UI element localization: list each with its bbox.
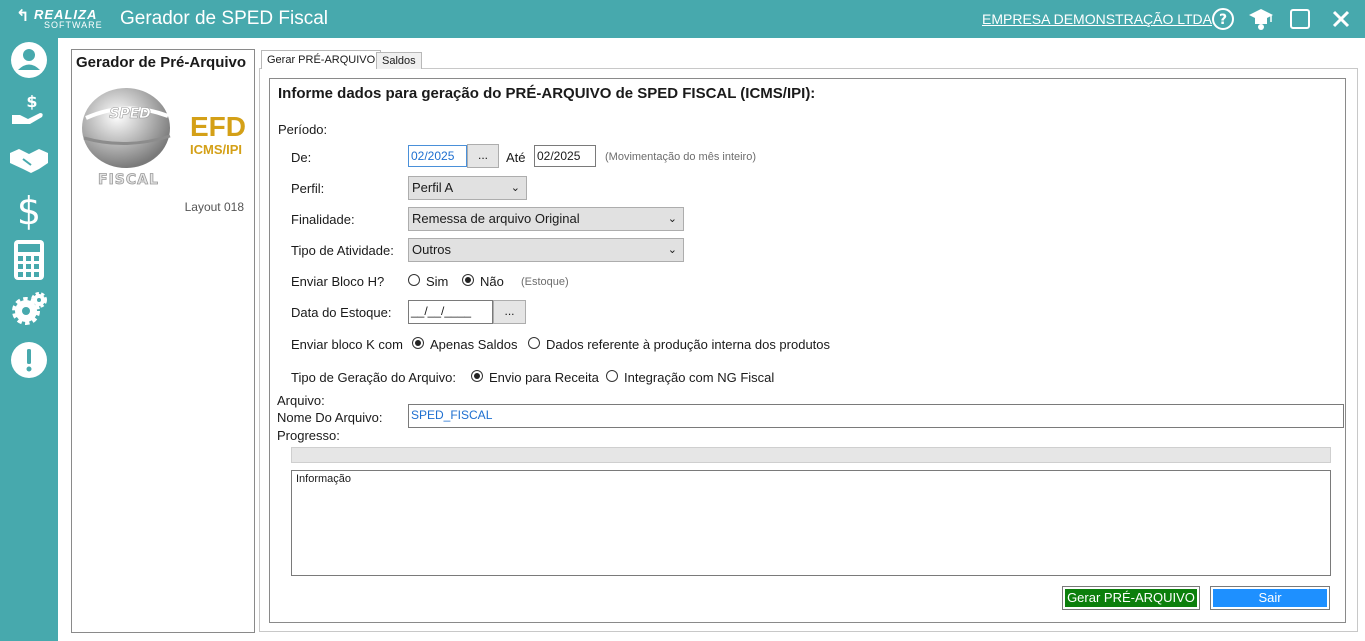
finalidade-select-value: Remessa de arquivo Original bbox=[412, 211, 580, 226]
geracao-ngfiscal-radio[interactable] bbox=[606, 370, 618, 382]
nome-arquivo-label: Nome Do Arquivo: bbox=[277, 410, 383, 425]
sidebar: $ $ bbox=[0, 38, 58, 641]
bloco-h-nao-label: Não bbox=[480, 274, 504, 289]
finalidade-select[interactable]: Remessa de arquivo Original ⌄ bbox=[408, 207, 684, 231]
tab-saldos[interactable]: Saldos bbox=[376, 52, 422, 69]
gerar-button-label: Gerar PRÉ-ARQUIVO bbox=[1065, 589, 1197, 607]
svg-text:ICMS/IPI: ICMS/IPI bbox=[190, 142, 242, 157]
geracao-receita-label: Envio para Receita bbox=[489, 370, 599, 385]
title-bar: ↰ REALIZA SOFTWARE Gerador de SPED Fisca… bbox=[0, 0, 1365, 38]
informacao-label: Informação bbox=[296, 473, 352, 485]
brand-arrow-icon: ↰ bbox=[16, 8, 30, 25]
estoque-picker-button[interactable]: ... bbox=[493, 300, 526, 324]
progress-bar bbox=[291, 447, 1331, 463]
de-input[interactable]: 02/2025 bbox=[408, 145, 467, 167]
calculator-icon[interactable] bbox=[9, 240, 49, 280]
gerar-pre-arquivo-button[interactable]: Gerar PRÉ-ARQUIVO bbox=[1062, 586, 1200, 610]
alert-icon[interactable] bbox=[9, 340, 49, 380]
de-picker-button[interactable]: ... bbox=[467, 144, 499, 168]
app-title: Gerador de SPED Fiscal bbox=[120, 8, 329, 29]
de-label: De: bbox=[291, 150, 312, 165]
progresso-label: Progresso: bbox=[277, 428, 340, 443]
realiza-logo: ↰ REALIZA SOFTWARE bbox=[14, 6, 104, 32]
sair-button-label: Sair bbox=[1213, 589, 1327, 607]
settings-gears-icon[interactable] bbox=[9, 290, 49, 330]
hand-money-icon[interactable]: $ bbox=[9, 90, 49, 130]
nome-arquivo-input[interactable]: SPED_FISCAL bbox=[408, 404, 1344, 428]
atividade-label: Tipo de Atividade: bbox=[291, 243, 394, 258]
estoque-date-input[interactable]: __/__/____ bbox=[408, 300, 493, 324]
svg-text:SPED: SPED bbox=[109, 106, 151, 122]
finalidade-label: Finalidade: bbox=[291, 212, 355, 227]
graduation-cap-icon[interactable] bbox=[1248, 6, 1274, 32]
ate-label: Até bbox=[506, 150, 526, 165]
perfil-select-value: Perfil A bbox=[412, 180, 454, 195]
svg-text:$: $ bbox=[26, 92, 37, 111]
geracao-label: Tipo de Geração do Arquivo: bbox=[291, 370, 457, 385]
chevron-down-icon: ⌄ bbox=[510, 182, 520, 194]
bloco-k-producao-radio[interactable] bbox=[528, 337, 540, 349]
bloco-k-label: Enviar bloco K com bbox=[291, 337, 403, 352]
help-icon[interactable]: ? bbox=[1210, 6, 1236, 32]
bloco-h-label: Enviar Bloco H? bbox=[291, 274, 385, 289]
handshake-icon[interactable] bbox=[9, 140, 49, 180]
left-panel: Gerador de Pré-Arquivo SPED FISCAL EFD I… bbox=[71, 49, 255, 633]
svg-text:$: $ bbox=[17, 190, 41, 230]
maximize-icon[interactable] bbox=[1287, 6, 1313, 32]
atividade-select-value: Outros bbox=[412, 242, 452, 257]
close-icon[interactable] bbox=[1328, 6, 1354, 32]
ate-input[interactable]: 02/2025 bbox=[534, 145, 596, 167]
chevron-down-icon: ⌄ bbox=[667, 244, 677, 256]
svg-text:FISCAL: FISCAL bbox=[98, 172, 159, 188]
panel-title: Gerador de Pré-Arquivo bbox=[76, 54, 247, 71]
form-heading: Informe dados para geração do PRÉ-ARQUIV… bbox=[278, 85, 816, 102]
chevron-down-icon: ⌄ bbox=[667, 213, 677, 225]
geracao-receita-radio[interactable] bbox=[471, 370, 483, 382]
bloco-h-sim-radio[interactable] bbox=[408, 274, 420, 286]
bloco-h-nao-radio[interactable] bbox=[462, 274, 474, 286]
svg-text:EFD: EFD bbox=[190, 111, 246, 142]
tab-gerar-pre-arquivo[interactable]: Gerar PRÉ-ARQUIVO bbox=[261, 50, 382, 69]
bloco-h-sim-label: Sim bbox=[426, 274, 449, 289]
periodo-hint: (Movimentação do mês inteiro) bbox=[605, 151, 757, 163]
bloco-k-apenas-saldos-radio[interactable] bbox=[412, 337, 424, 349]
svg-text:?: ? bbox=[1219, 12, 1227, 28]
geracao-ngfiscal-label: Integração com NG Fiscal bbox=[624, 370, 775, 385]
bloco-k-producao-label: Dados referente à produção interna dos p… bbox=[546, 337, 831, 352]
bloco-k-apenas-saldos-label: Apenas Saldos bbox=[430, 337, 518, 352]
informacao-box[interactable]: Informação bbox=[291, 470, 1331, 576]
dollar-icon[interactable]: $ bbox=[9, 190, 49, 230]
bloco-h-hint: (Estoque) bbox=[521, 276, 569, 288]
sair-button[interactable]: Sair bbox=[1210, 586, 1330, 610]
arquivo-label: Arquivo: bbox=[277, 393, 325, 408]
layout-version: Layout 018 bbox=[184, 200, 244, 214]
perfil-select[interactable]: Perfil A ⌄ bbox=[408, 176, 527, 200]
company-link[interactable]: EMPRESA DEMONSTRAÇÃO LTDA bbox=[982, 11, 1212, 27]
brand-subtitle: SOFTWARE bbox=[44, 20, 103, 30]
periodo-label: Período: bbox=[278, 122, 328, 137]
user-icon[interactable] bbox=[9, 40, 49, 80]
estoque-label: Data do Estoque: bbox=[291, 305, 392, 320]
perfil-label: Perfil: bbox=[291, 181, 325, 196]
atividade-select[interactable]: Outros ⌄ bbox=[408, 238, 684, 262]
